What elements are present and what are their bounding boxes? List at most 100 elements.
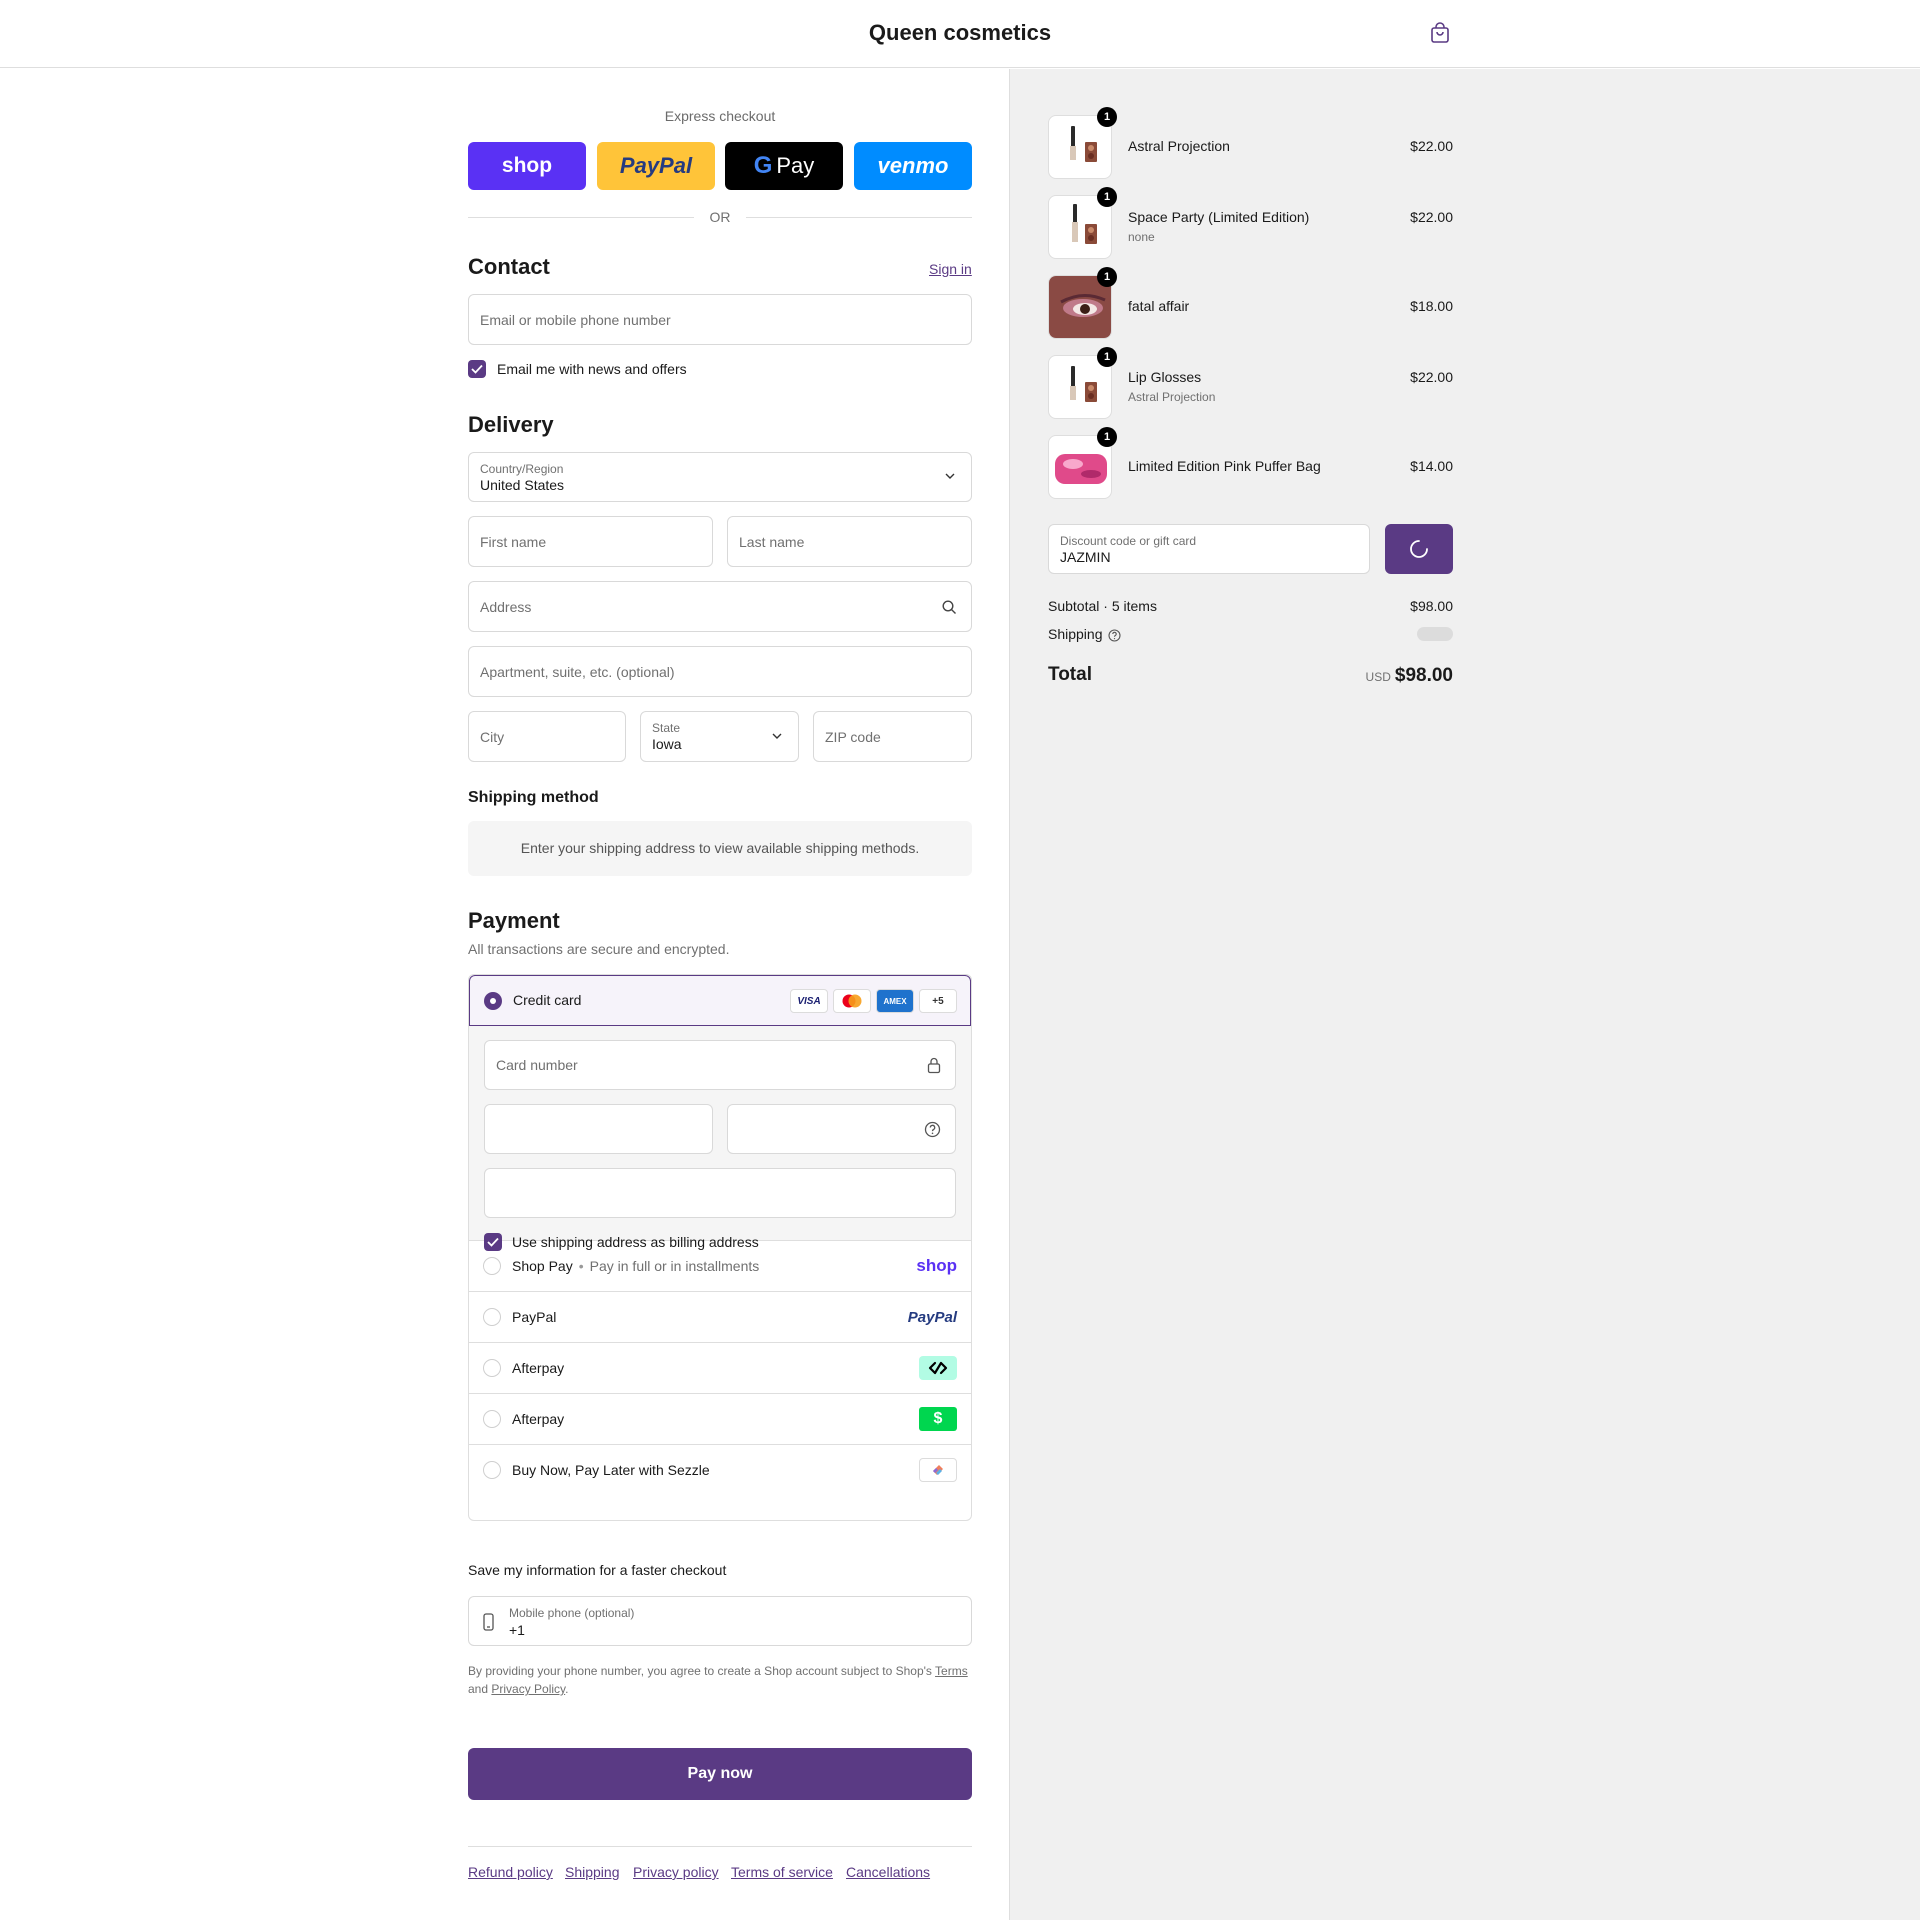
shop-pay-button[interactable]: shop (468, 142, 586, 190)
email-placeholder: Email or mobile phone number (480, 311, 671, 328)
cancellations-link[interactable]: Cancellations (846, 1864, 930, 1880)
expiration-date-input[interactable] (484, 1104, 713, 1154)
first-name-placeholder: First name (480, 533, 547, 550)
privacy-policy-footer-link[interactable]: Privacy policy (633, 1864, 719, 1880)
address-input[interactable]: Address (468, 581, 972, 632)
chevron-down-icon (945, 473, 955, 479)
afterpay-cash-option[interactable]: Afterpay $ (469, 1394, 971, 1445)
terms-link[interactable]: Terms (935, 1664, 968, 1678)
sezzle-option[interactable]: Buy Now, Pay Later with Sezzle (469, 1445, 971, 1496)
discount-code-label: Discount code or gift card (1060, 534, 1197, 548)
help-circle-icon[interactable] (1108, 629, 1121, 642)
afterpay-cash-radio[interactable] (483, 1410, 501, 1428)
sign-in-link[interactable]: Sign in (929, 261, 972, 277)
paypal-label: PayPal (512, 1309, 557, 1325)
shopping-bag-icon[interactable] (1430, 22, 1450, 44)
item-price: $22.00 (1410, 209, 1453, 225)
payment-methods: Credit card VISA AMEX +5 Card number Use… (468, 974, 972, 1521)
payment-subtitle: All transactions are secure and encrypte… (468, 941, 730, 957)
item-price: $22.00 (1410, 369, 1453, 385)
shop-pay-option[interactable]: Shop Pay • Pay in full or in installments … (469, 1241, 971, 1292)
sezzle-radio[interactable] (483, 1461, 501, 1479)
search-icon (942, 600, 956, 614)
shipping-method-heading: Shipping method (468, 789, 599, 806)
venmo-button[interactable]: venmo (854, 142, 972, 190)
card-number-placeholder: Card number (496, 1057, 578, 1073)
quantity-badge: 1 (1097, 107, 1117, 127)
city-input[interactable]: City (468, 711, 626, 762)
legal-and: and (468, 1682, 489, 1696)
newsletter-checkbox[interactable] (468, 360, 486, 378)
name-on-card-input[interactable] (484, 1168, 956, 1218)
item-variant: none (1128, 230, 1155, 244)
paypal-option[interactable]: PayPal PayPal (469, 1292, 971, 1343)
mobile-phone-value: +1 (509, 1622, 525, 1638)
or-label: OR (709, 209, 731, 225)
legal-text: By providing your phone number, you agre… (468, 1664, 932, 1678)
mastercard-icon (833, 989, 871, 1013)
credit-card-radio[interactable] (484, 992, 502, 1010)
quantity-badge: 1 (1097, 267, 1117, 287)
help-circle-icon[interactable] (924, 1121, 941, 1138)
header: Queen cosmetics (0, 0, 1920, 68)
shop-pay-logo: shop (501, 154, 553, 177)
credit-card-option[interactable]: Credit card VISA AMEX +5 (469, 975, 971, 1026)
shop-pay-radio[interactable] (483, 1257, 501, 1275)
shipping-label: Shipping (1048, 626, 1103, 642)
item-price: $14.00 (1410, 458, 1453, 474)
checkmark-icon (471, 364, 483, 374)
pay-now-button[interactable]: Pay now (468, 1748, 972, 1800)
contact-heading: Contact (468, 254, 550, 279)
apply-discount-button[interactable] (1385, 524, 1453, 574)
cash-app-icon: $ (919, 1407, 957, 1431)
loading-spinner-icon (1410, 540, 1428, 558)
cart-item: 1 Space Party (Limited Edition) none $22… (1048, 187, 1453, 265)
mobile-phone-input[interactable]: Mobile phone (optional) +1 (468, 1596, 972, 1646)
item-name: Limited Edition Pink Puffer Bag (1128, 458, 1321, 474)
payment-heading: Payment (468, 908, 560, 933)
credit-card-label: Credit card (513, 992, 582, 1008)
first-name-input[interactable]: First name (468, 516, 713, 567)
visa-icon: VISA (790, 989, 828, 1013)
email-input[interactable]: Email or mobile phone number (468, 294, 972, 345)
state-value: Iowa (652, 736, 682, 752)
brand-title[interactable]: Queen cosmetics (0, 20, 1920, 46)
subtotal-value: $98.00 (1410, 598, 1453, 614)
apartment-input[interactable]: Apartment, suite, etc. (optional) (468, 646, 972, 697)
afterpay-option[interactable]: Afterpay (469, 1343, 971, 1394)
newsletter-label: Email me with news and offers (497, 361, 687, 377)
shipping-policy-link[interactable]: Shipping (565, 1864, 620, 1880)
cart-item: 1 fatal affair $18.00 (1048, 267, 1453, 345)
discount-code-input[interactable]: Discount code or gift card JAZMIN (1048, 524, 1370, 574)
afterpay-radio[interactable] (483, 1359, 501, 1377)
item-price: $22.00 (1410, 138, 1453, 154)
shipping-method-notice: Enter your shipping address to view avai… (520, 840, 920, 856)
sezzle-icon (919, 1458, 957, 1482)
total-value: $98.00 (1394, 665, 1453, 686)
card-number-input[interactable]: Card number (484, 1040, 956, 1090)
shop-pay-label: Shop Pay • Pay in full or in installments (512, 1258, 760, 1274)
country-select[interactable]: Country/Region United States (468, 452, 972, 502)
country-label: Country/Region (480, 462, 564, 476)
footer-divider (468, 1846, 972, 1847)
shop-pay-logo: shop (916, 1256, 957, 1275)
last-name-input[interactable]: Last name (727, 516, 972, 567)
credit-card-form: Card number Use shipping address as bill… (469, 1026, 971, 1251)
lock-icon (927, 1057, 941, 1074)
privacy-policy-link[interactable]: Privacy Policy (491, 1682, 565, 1696)
cart-item: 1 Limited Edition Pink Puffer Bag $14.00 (1048, 427, 1453, 505)
paypal-button[interactable]: PayPal (597, 142, 715, 190)
afterpay-icon (919, 1356, 957, 1380)
city-placeholder: City (480, 728, 505, 745)
security-code-input[interactable] (727, 1104, 956, 1154)
venmo-logo: venmo (877, 153, 949, 178)
state-select[interactable]: State Iowa (640, 711, 799, 762)
refund-policy-link[interactable]: Refund policy (468, 1864, 553, 1880)
zip-input[interactable]: ZIP code (813, 711, 972, 762)
paypal-radio[interactable] (483, 1308, 501, 1326)
google-pay-label: Pay (776, 153, 815, 178)
order-summary-panel (1009, 69, 1920, 1920)
terms-of-service-link[interactable]: Terms of service (731, 1864, 833, 1880)
google-pay-button[interactable]: G Pay (725, 142, 843, 190)
subtotal-label: Subtotal · 5 items (1048, 598, 1157, 614)
